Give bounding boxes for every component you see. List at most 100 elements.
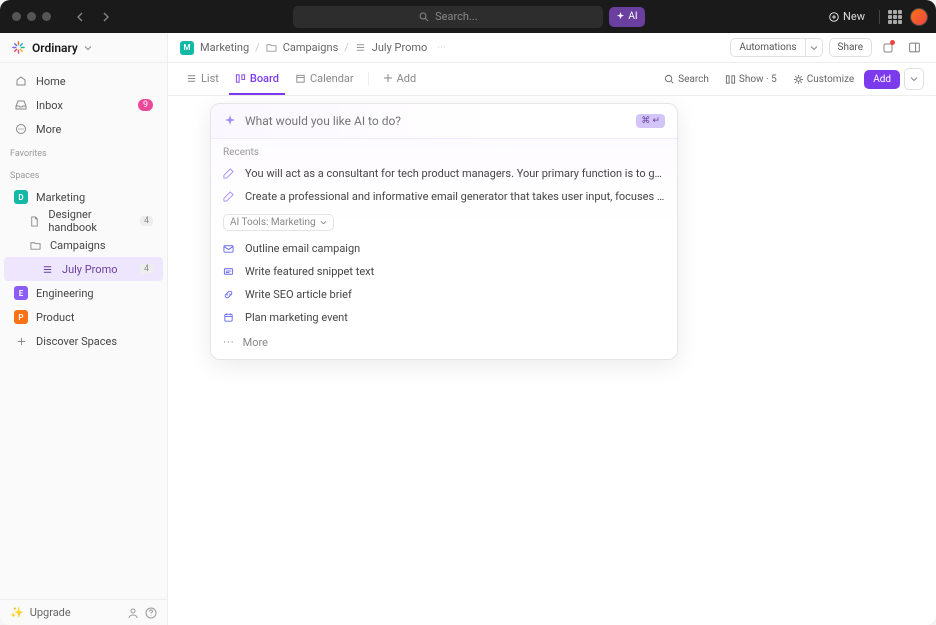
toolbar-show[interactable]: Show · 5 [719, 71, 783, 88]
ai-button[interactable]: AI [609, 7, 644, 27]
tool-text: Plan marketing event [245, 311, 348, 324]
more-tools[interactable]: ··· More [211, 329, 677, 359]
marketing-badge: M [180, 41, 194, 55]
search-icon [664, 74, 675, 85]
back-button[interactable] [71, 7, 91, 27]
crumb-menu[interactable]: ··· [437, 41, 446, 54]
spaces-heading: Spaces [0, 163, 167, 185]
add-dropdown[interactable] [904, 68, 924, 90]
favorites-heading: Favorites [0, 141, 167, 163]
automations-button-group: Automations [730, 38, 822, 57]
close-dot[interactable] [12, 12, 21, 21]
list-icon [355, 42, 366, 53]
tool-item[interactable]: Plan marketing event [211, 306, 677, 329]
sidebar: Ordinary Home Inbox 9 More Favorites [0, 33, 168, 625]
tools-filter[interactable]: AI Tools: Marketing [223, 214, 334, 231]
crumb-separator: / [255, 41, 260, 54]
tool-text: Write SEO article brief [245, 288, 352, 301]
forward-button[interactable] [95, 7, 115, 27]
tab-board[interactable]: Board [229, 63, 285, 95]
add-button[interactable]: Add [864, 70, 900, 89]
space-marketing-label: Marketing [36, 191, 85, 204]
pencil-icon [223, 168, 237, 179]
folder-icon [266, 42, 277, 53]
plus-icon [383, 73, 393, 83]
recent-item[interactable]: You will act as a consultant for tech pr… [211, 162, 677, 185]
panel-toggle[interactable] [904, 38, 924, 58]
campaigns-label: Campaigns [50, 239, 106, 252]
engineering-icon: E [14, 286, 28, 300]
automations-button[interactable]: Automations [730, 38, 804, 57]
marketing-icon: D [14, 190, 28, 204]
recent-item[interactable]: Create a professional and informative em… [211, 185, 677, 208]
tab-list[interactable]: List [180, 63, 225, 95]
columns-icon [725, 74, 736, 85]
automations-dropdown[interactable] [805, 38, 823, 57]
tool-item[interactable]: Outline email campaign [211, 237, 677, 260]
tool-text: Write featured snippet text [245, 265, 374, 278]
crumb-campaigns[interactable]: Campaigns [283, 41, 339, 54]
list-icon [40, 262, 54, 276]
maximize-dot[interactable] [42, 12, 51, 21]
minimize-dot[interactable] [27, 12, 36, 21]
gear-icon [793, 74, 804, 85]
chevron-down-icon [320, 219, 327, 226]
new-button[interactable]: New [823, 7, 871, 26]
designer-handbook-label: Designer handbook [48, 208, 132, 234]
more-icon [14, 122, 28, 136]
ai-panel: ⌘ ↵ Recents You will act as a consultant… [210, 103, 678, 360]
calendar-icon [223, 312, 237, 323]
workspace-switcher[interactable]: Ordinary [0, 33, 167, 63]
plus-icon [829, 12, 839, 22]
user-icon[interactable] [127, 607, 139, 619]
recent-text: Create a professional and informative em… [245, 190, 665, 203]
ai-label: AI [628, 11, 637, 22]
sparkle-icon: ✨ [10, 606, 24, 619]
count-badge: 4 [140, 216, 153, 226]
discover-spaces[interactable]: Discover Spaces [4, 329, 163, 353]
help-icon[interactable] [145, 607, 157, 619]
campaigns-folder[interactable]: Campaigns [4, 233, 163, 257]
sidebar-home[interactable]: Home [4, 69, 163, 93]
tab-calendar[interactable]: Calendar [289, 63, 360, 95]
upgrade-link[interactable]: Upgrade [30, 606, 71, 619]
toolbar-search[interactable]: Search [658, 71, 715, 88]
toolbar-customize[interactable]: Customize [787, 71, 860, 88]
space-marketing[interactable]: D Marketing [4, 185, 163, 209]
doc-icon [28, 214, 40, 228]
ai-prompt-input[interactable] [245, 114, 628, 128]
notifications-button[interactable] [878, 38, 898, 58]
sidebar-more[interactable]: More [4, 117, 163, 141]
board-icon [235, 73, 246, 84]
tool-item[interactable]: Write featured snippet text [211, 260, 677, 283]
crumb-marketing[interactable]: Marketing [200, 41, 249, 54]
nav-arrows [71, 7, 115, 27]
tool-item[interactable]: Write SEO article brief [211, 283, 677, 306]
inbox-icon [14, 98, 28, 112]
folder-icon [28, 238, 42, 252]
sidebar-home-label: Home [36, 75, 66, 88]
space-engineering[interactable]: E Engineering [4, 281, 163, 305]
inbox-badge: 9 [138, 99, 153, 111]
topbar: Search... AI New [0, 0, 936, 33]
discover-spaces-label: Discover Spaces [36, 335, 117, 348]
recent-text: You will act as a consultant for tech pr… [245, 167, 665, 180]
snippet-icon [223, 266, 237, 277]
global-search[interactable]: Search... [293, 6, 603, 28]
designer-handbook[interactable]: Designer handbook 4 [4, 209, 163, 233]
sidebar-inbox[interactable]: Inbox 9 [4, 93, 163, 117]
crumb-july-promo[interactable]: July Promo [372, 41, 428, 54]
list-icon [186, 73, 197, 84]
july-promo[interactable]: July Promo 4 [4, 257, 163, 281]
count-badge: 4 [140, 264, 153, 274]
user-avatar[interactable] [910, 8, 928, 26]
mail-icon [223, 243, 237, 254]
share-button[interactable]: Share [829, 38, 872, 57]
breadcrumb: M Marketing / Campaigns / July Promo ···… [168, 33, 936, 63]
new-label: New [843, 10, 865, 23]
tab-add[interactable]: Add [377, 63, 423, 95]
apps-menu[interactable] [888, 10, 902, 24]
space-engineering-label: Engineering [36, 287, 94, 300]
search-icon [419, 12, 429, 22]
space-product[interactable]: P Product [4, 305, 163, 329]
